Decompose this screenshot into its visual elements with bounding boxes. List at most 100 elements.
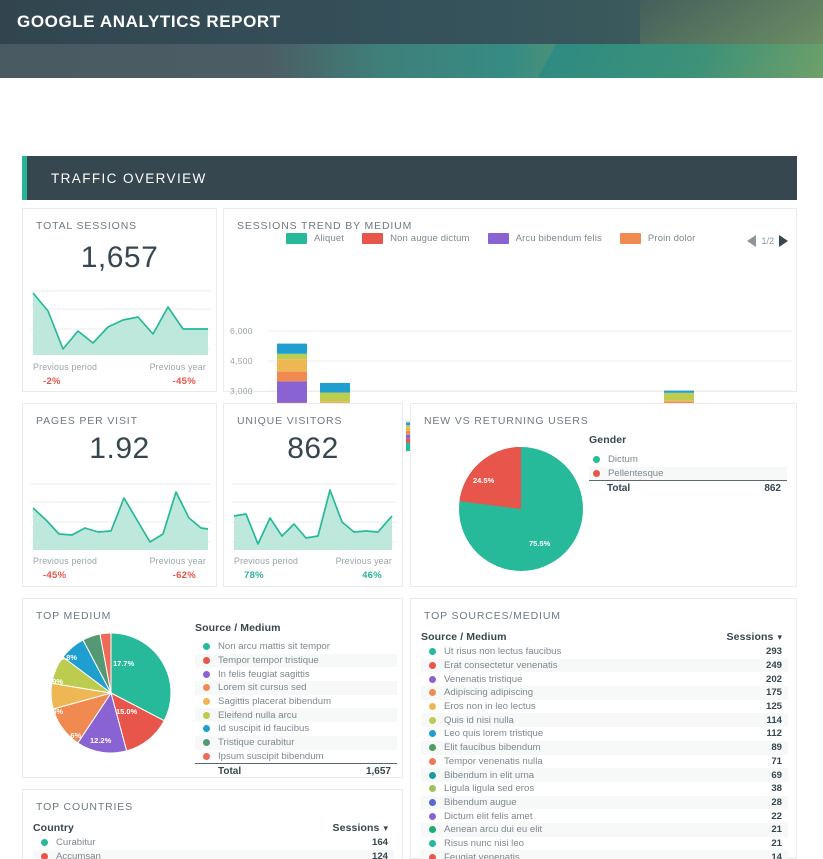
list-item[interactable]: Tristique curabitur — [195, 736, 397, 750]
row-value: 21 — [771, 838, 788, 849]
list-item[interactable]: Id suscipit id faucibus — [195, 722, 397, 736]
list-item[interactable]: Sagittis placerat bibendum — [195, 695, 397, 709]
table-row[interactable]: Dictum elit felis amet22 — [421, 809, 788, 823]
row-label: Risus nunc nisi leo — [444, 838, 771, 849]
table-row[interactable]: Elit faucibus bibendum89 — [421, 741, 788, 755]
column-header-sessions[interactable]: Sessions — [333, 822, 380, 834]
table-row[interactable]: Venenatis tristique202 — [421, 672, 788, 686]
unique-visitors-sparkline — [232, 480, 396, 552]
list-item[interactable]: In felis feugiat sagittis — [195, 667, 397, 681]
pie-slice-label-dictum: 75.5% — [529, 539, 550, 548]
table-row[interactable]: Feugiat venenatis14 — [421, 850, 788, 859]
pie-label-tempor-tempor: 15.0% — [116, 707, 137, 716]
top-sources-rows: Ut risus non lectus faucibus293 Erat con… — [421, 645, 788, 859]
pages-per-visit-sparkline — [31, 480, 210, 552]
table-row[interactable]: Bibendum augue28 — [421, 796, 788, 810]
legend-dot — [203, 753, 210, 760]
top-medium-legend: Source / Medium Non arcu mattis sit temp… — [195, 622, 397, 779]
row-dot — [41, 853, 48, 859]
table-row[interactable]: Risus nunc nisi leo21 — [421, 837, 788, 851]
list-item[interactable]: Lorem sit cursus sed — [195, 681, 397, 695]
card-title-top-medium: TOP MEDIUM — [36, 610, 111, 622]
row-dot — [429, 662, 436, 669]
top-medium-legend-list: Non arcu mattis sit tempor Tempor tempor… — [195, 640, 397, 779]
table-row[interactable]: Leo quis lorem tristique112 — [421, 727, 788, 741]
card-unique-visitors: UNIQUE VISITORS 862 Previous period Prev… — [223, 403, 403, 587]
legend-dot — [203, 657, 210, 664]
pie-label-eleifend: 6.9% — [46, 677, 63, 686]
row-value: 71 — [771, 756, 788, 767]
row-dot — [429, 730, 436, 737]
row-dot — [429, 717, 436, 724]
report-page: GOOGLE ANALYTICS REPORT TRAFFIC OVERVIEW… — [0, 0, 823, 859]
top-medium-total-row: Total 1,657 — [195, 763, 397, 779]
table-row[interactable]: Erat consectetur venenatis249 — [421, 659, 788, 673]
row-label: Erat consectetur venenatis — [444, 660, 766, 671]
table-row[interactable]: Aenean arcu dui eu elit21 — [421, 823, 788, 837]
list-item[interactable]: Eleifend nulla arcu — [195, 708, 397, 722]
legend-dot-pellentesque — [593, 470, 600, 477]
table-row[interactable]: Accumsan124 — [33, 850, 394, 859]
pages-per-visit-prev-year-label: Previous year — [150, 556, 206, 566]
total-sessions-prev-period-value: -2% — [43, 376, 61, 387]
list-item-label: Non arcu mattis sit tempor — [218, 641, 397, 652]
table-row[interactable]: Ut risus non lectus faucibus293 — [421, 645, 788, 659]
list-item-label: Id suscipit id faucibus — [218, 723, 397, 734]
column-header-sessions[interactable]: Sessions — [727, 631, 774, 643]
table-row[interactable]: Curabitur164 — [33, 836, 394, 850]
list-item-label: Sagittis placerat bibendum — [218, 696, 397, 707]
row-value: 21 — [771, 824, 788, 835]
y-axis-tick-4500: 4,500 — [230, 356, 253, 366]
legend-label: Pellentesque — [608, 468, 787, 479]
pages-per-visit-prev-year-value: -62% — [173, 570, 196, 581]
report-body: TRAFFIC OVERVIEW TOTAL SESSIONS 1,657 Pr… — [0, 84, 823, 859]
pie-slice-label-pellentesque: 24.5% — [473, 476, 494, 485]
total-sessions-prev-year-label: Previous year — [150, 362, 206, 372]
card-total-sessions: TOTAL SESSIONS 1,657 Previous period Pre… — [22, 208, 217, 392]
row-dot — [429, 758, 436, 765]
legend-header-gender: Gender — [589, 434, 787, 446]
list-item[interactable]: Tempor tempor tristique — [195, 654, 397, 668]
pages-per-visit-value: 1.92 — [23, 432, 216, 466]
list-item[interactable]: Non arcu mattis sit tempor — [195, 640, 397, 654]
legend-header-source-medium: Source / Medium — [195, 622, 397, 634]
legend-dot — [203, 712, 210, 719]
total-sessions-value: 1,657 — [23, 241, 216, 275]
row-dot — [429, 648, 436, 655]
row-label: Tempor venenatis nulla — [444, 756, 771, 767]
legend-row-dictum[interactable]: Dictum — [589, 453, 787, 467]
card-title-pages-per-visit: PAGES PER VISIT — [36, 415, 138, 427]
unique-visitors-value: 862 — [224, 432, 402, 466]
chevron-down-icon[interactable]: ▾ — [383, 823, 394, 834]
row-label: Accumsan — [56, 851, 372, 859]
table-row[interactable]: Ligula ligula sed eros38 — [421, 782, 788, 796]
row-value: 28 — [771, 797, 788, 808]
chevron-down-icon[interactable]: ▾ — [777, 632, 788, 643]
row-value: 114 — [767, 715, 788, 726]
card-title-new-vs-returning: NEW VS RETURNING USERS — [424, 415, 589, 427]
row-value: 38 — [771, 783, 788, 794]
banner-diagonal-teal — [535, 44, 823, 78]
legend-dot — [203, 643, 210, 650]
table-row[interactable]: Eros non in leo lectus125 — [421, 700, 788, 714]
legend-dot — [203, 725, 210, 732]
pie-label-sagittis: 7.5% — [46, 707, 63, 716]
new-vs-returning-legend: Gender Dictum Pellentesque Total 862 — [589, 434, 787, 496]
y-axis-tick-3000: 3,000 — [230, 386, 253, 396]
row-value: 14 — [771, 852, 788, 859]
row-value: 175 — [766, 687, 788, 698]
legend-total-row: Total 862 — [589, 480, 787, 496]
card-title-top-countries: TOP COUNTRIES — [36, 801, 133, 813]
pages-per-visit-prev-period-value: -45% — [43, 570, 66, 581]
legend-row-pellentesque[interactable]: Pellentesque — [589, 467, 787, 481]
table-header-row: Source / Medium Sessions ▾ — [421, 629, 788, 645]
unique-visitors-prev-year-value: 46% — [362, 570, 382, 581]
list-item[interactable]: Ipsum suscipit bibendum — [195, 750, 397, 764]
section-header-traffic-overview: TRAFFIC OVERVIEW — [22, 156, 797, 200]
table-row[interactable]: Bibendum in elit urna69 — [421, 768, 788, 782]
table-row[interactable]: Tempor venenatis nulla71 — [421, 755, 788, 769]
table-row[interactable]: Quis id nisi nulla114 — [421, 713, 788, 727]
row-label: Ligula ligula sed eros — [444, 783, 771, 794]
card-sessions-trend: SESSIONS TREND BY MEDIUM Aliquet Non aug… — [223, 208, 797, 392]
table-row[interactable]: Adipiscing adipiscing175 — [421, 686, 788, 700]
